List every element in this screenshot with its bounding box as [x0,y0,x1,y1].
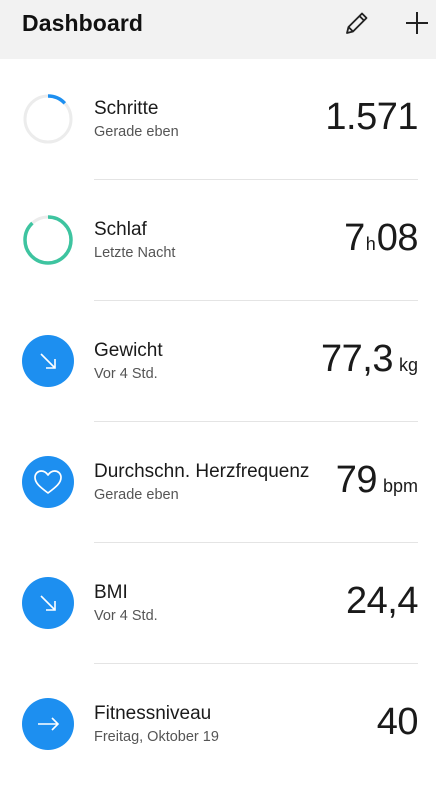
item-subtitle: Gerade eben [94,124,179,140]
list-item-steps[interactable]: Schritte Gerade eben 1.571 [0,59,436,180]
list-item-weight[interactable]: Gewicht Vor 4 Std. 77,3 kg [0,301,436,422]
item-label: Fitnessniveau [94,703,212,724]
list-item-sleep[interactable]: Schlaf Letzte Nacht 7 h 08 [0,180,436,301]
value-unit: kg [398,355,418,375]
add-button[interactable] [400,10,434,40]
item-value: 1.571 [325,89,418,145]
value-number: 1.571 [325,96,418,138]
item-label: BMI [94,582,128,603]
edit-button[interactable] [340,10,374,40]
list-item-fitness-level[interactable]: Fitnessniveau Freitag, Oktober 19 40 [0,664,436,785]
heart-icon [22,456,74,508]
list-item-heart-rate[interactable]: Durchschn. Herzfrequenz Gerade eben 79 b… [0,422,436,543]
item-value: 7 h 08 [344,210,418,266]
value-hours: 7 [344,217,365,259]
item-subtitle: Freitag, Oktober 19 [94,729,219,745]
trend-down-arrow-icon [22,335,74,387]
item-value: 77,3 kg [321,331,418,387]
item-subtitle: Vor 4 Std. [94,366,158,382]
progress-ring-icon [22,214,74,266]
value-number: 79 [335,459,378,501]
value-number: 24,4 [346,580,418,622]
trend-down-arrow-icon [22,577,74,629]
item-subtitle: Letzte Nacht [94,245,176,261]
item-subtitle: Vor 4 Std. [94,608,158,624]
item-value: 79 bpm [336,452,418,508]
item-label: Schritte [94,98,159,119]
list-item-bmi[interactable]: BMI Vor 4 Std. 24,4 [0,543,436,664]
item-subtitle: Gerade eben [94,487,179,503]
app-header: Dashboard [0,0,436,59]
item-label: Gewicht [94,340,163,361]
item-label: Schlaf [94,219,147,240]
page-title: Dashboard [22,10,144,36]
trend-right-arrow-icon [22,698,74,750]
sleep-progress-arc [23,215,73,265]
value-minutes: 08 [376,217,419,259]
dashboard-list: Schritte Gerade eben 1.571 Schlaf Letzte… [0,59,436,785]
item-value: 40 [376,694,419,750]
value-hours-unit: h [365,234,376,254]
value-unit: bpm [382,476,418,496]
value-number: 77,3 [321,338,393,380]
plus-icon [403,9,431,42]
progress-ring-icon [22,93,74,145]
item-value: 24,4 [346,573,418,629]
value-number: 40 [376,701,419,743]
pencil-icon [342,8,372,43]
item-label: Durchschn. Herzfrequenz [94,461,310,482]
